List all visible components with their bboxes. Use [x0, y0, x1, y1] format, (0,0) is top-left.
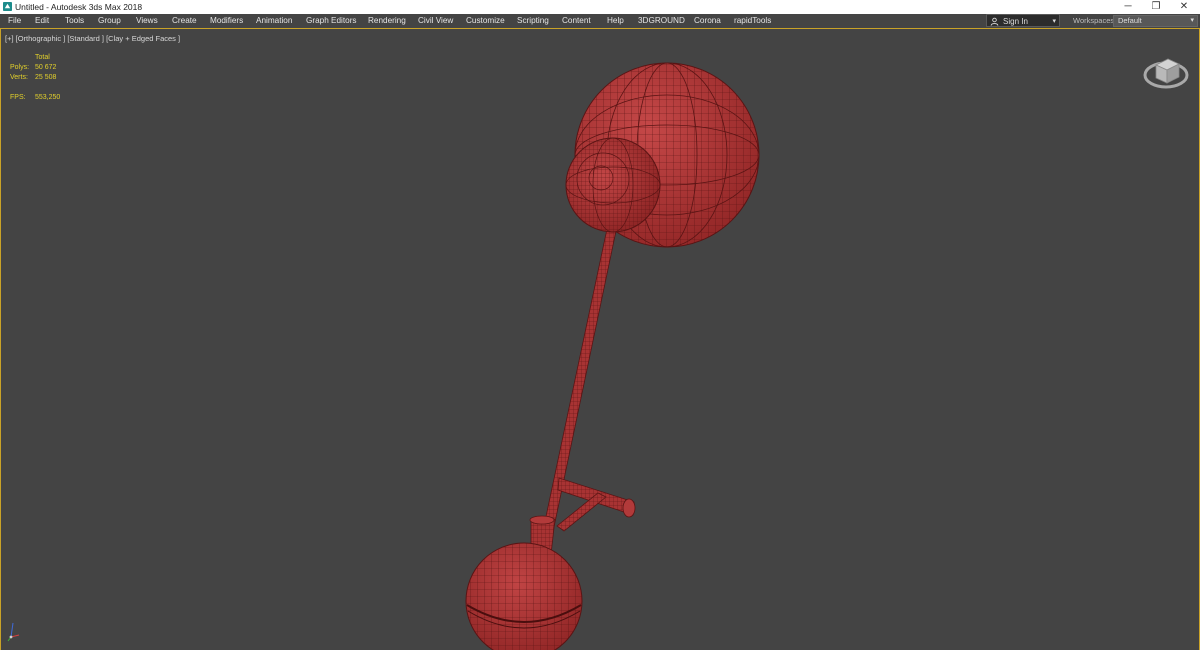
menu-file[interactable]: File: [7, 15, 22, 27]
menu-scripting[interactable]: Scripting: [516, 15, 550, 27]
axis-tripod-icon: [7, 622, 20, 642]
menu-graph-editors[interactable]: Graph Editors: [305, 15, 358, 27]
workspaces-value: Default: [1118, 16, 1142, 25]
menu-content[interactable]: Content: [561, 15, 592, 27]
menu-rendering[interactable]: Rendering: [367, 15, 407, 27]
window-title: Untitled - Autodesk 3ds Max 2018: [15, 2, 143, 12]
stats-spacer: [10, 83, 90, 93]
chevron-down-icon: ▾: [1190, 17, 1194, 24]
workspaces-select[interactable]: Default ▾: [1113, 15, 1198, 27]
stats-header: Total: [35, 54, 50, 61]
restore-button[interactable]: ❐: [1142, 0, 1170, 14]
viewport-label-menu[interactable]: [+] [Orthographic ] [Standard ] [Clay + …: [5, 34, 180, 43]
model-wireframe: [465, 62, 760, 650]
chevron-down-icon: ▾: [1052, 18, 1056, 25]
stats-fps-row: FPS: 553,250: [10, 93, 90, 103]
polys-value: 50 672: [35, 64, 57, 71]
sign-in-dropdown[interactable]: Sign In ▾: [986, 14, 1060, 27]
viewport-statistics: Total Polys: 50 672 Verts: 25 508 FPS: 5…: [10, 53, 90, 103]
workspaces-label: Workspaces:: [1073, 16, 1117, 25]
polys-label: Polys:: [10, 64, 30, 71]
menu-help[interactable]: Help: [606, 15, 625, 27]
menu-edit[interactable]: Edit: [34, 15, 50, 27]
fps-label: FPS:: [10, 94, 26, 101]
sign-in-label: Sign In: [1003, 17, 1028, 26]
fps-value: 553,250: [35, 94, 61, 101]
menu-rapidtools[interactable]: rapidTools: [733, 15, 772, 27]
verts-value: 25 508: [35, 74, 57, 81]
close-button[interactable]: ✕: [1170, 0, 1198, 14]
menu-civil-view[interactable]: Civil View: [417, 15, 454, 27]
minimize-button[interactable]: ─: [1114, 0, 1142, 14]
menu-modifiers[interactable]: Modifiers: [209, 15, 244, 27]
menu-animation[interactable]: Animation: [255, 15, 293, 27]
verts-label: Verts:: [10, 74, 28, 81]
menu-bar: File Edit Tools Group Views Create Modif…: [0, 14, 1200, 29]
viewcube-icon[interactable]: [1141, 50, 1191, 92]
stats-header-row: Total: [10, 53, 90, 63]
perspective-viewport[interactable]: [+] [Orthographic ] [Standard ] [Clay + …: [0, 29, 1200, 650]
menu-customize[interactable]: Customize: [465, 15, 506, 27]
menu-create[interactable]: Create: [171, 15, 198, 27]
menu-corona[interactable]: Corona: [693, 15, 722, 27]
stats-verts-row: Verts: 25 508: [10, 73, 90, 83]
menu-3dground[interactable]: 3DGROUND: [637, 15, 686, 27]
menu-views[interactable]: Views: [135, 15, 159, 27]
3dsmax-app-icon: [3, 2, 12, 11]
menu-group[interactable]: Group: [97, 15, 122, 27]
menu-tools[interactable]: Tools: [64, 15, 85, 27]
user-icon: [990, 17, 999, 26]
stats-polys-row: Polys: 50 672: [10, 63, 90, 73]
window-titlebar: Untitled - Autodesk 3ds Max 2018 ─ ❐ ✕: [0, 0, 1200, 14]
